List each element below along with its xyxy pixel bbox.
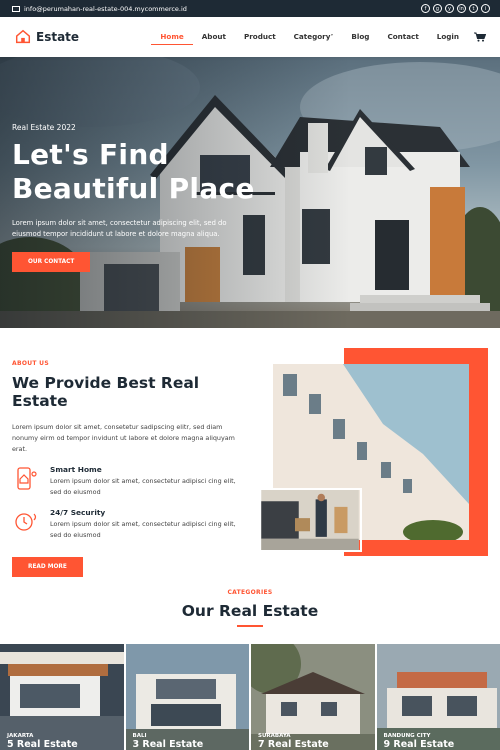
our-contact-button[interactable]: OUR CONTACT <box>12 252 91 272</box>
feature-title: 24/7 Security <box>50 508 106 517</box>
card-label: BANDUNG CITY 9 Real Estate <box>384 733 455 750</box>
about-title: We Provide Best Real Estate <box>12 374 200 410</box>
main-navigation: Estate Home About Product Category˅ Blog… <box>0 17 500 57</box>
nav-product[interactable]: Product <box>235 30 285 44</box>
about-media <box>258 348 488 558</box>
facebook-icon[interactable]: f <box>421 4 430 13</box>
linkedin-icon[interactable]: in <box>457 4 466 13</box>
top-bar: info@perumahan-real-estate-004.mycommerc… <box>0 0 500 17</box>
security-icon <box>15 513 37 531</box>
instagram-icon[interactable]: i <box>481 4 490 13</box>
feature-security: 24/7 Security Lorem ipsum dolor sit amet… <box>12 508 252 541</box>
feature-text: Lorem ipsum dolor sit amet, consectetur … <box>50 520 236 539</box>
brand-name: Estate <box>36 30 80 44</box>
categories-eyebrow: CATEGORIES <box>227 589 273 596</box>
category-card-surabaya[interactable]: SURABAYA 7 Real Estate <box>251 644 375 750</box>
category-card-jakarta[interactable]: JAKARTA 5 Real Estate <box>0 644 124 750</box>
about-section: ABOUT US We Provide Best Real Estate Lor… <box>0 328 500 583</box>
nav-menu: Home About Product Category˅ Blog Contac… <box>151 30 486 45</box>
youtube-icon[interactable]: y <box>445 4 454 13</box>
envelope-icon <box>12 5 20 12</box>
card-label: JAKARTA 5 Real Estate <box>7 733 78 750</box>
about-eyebrow: ABOUT US <box>12 360 49 367</box>
card-count: 7 Real Estate <box>258 739 329 750</box>
hero-title-line-2: Beautiful Place <box>12 172 255 205</box>
chevron-down-icon: ˅ <box>330 33 334 41</box>
hero-title: Let's Find Beautiful Place <box>12 138 255 206</box>
contact-email[interactable]: info@perumahan-real-estate-004.mycommerc… <box>12 5 187 13</box>
email-text: info@perumahan-real-estate-004.mycommerc… <box>24 4 187 13</box>
hero-banner: Real Estate 2022 Let's Find Beautiful Pl… <box>0 57 500 328</box>
google-plus-icon[interactable]: g <box>433 4 442 13</box>
card-label: SURABAYA 7 Real Estate <box>258 733 329 750</box>
nav-home[interactable]: Home <box>151 30 193 45</box>
read-more-button[interactable]: READ MORE <box>12 557 83 577</box>
feature-title: Smart Home <box>50 465 102 474</box>
card-count: 9 Real Estate <box>383 739 455 750</box>
about-description: Lorem ipsum dolor sit amet, consetetur s… <box>12 423 235 453</box>
about-content: ABOUT US We Provide Best Real Estate Lor… <box>12 360 252 577</box>
hero-title-line-1: Let's Find <box>12 138 169 171</box>
feature-text: Lorem ipsum dolor sit amet, consectetur … <box>50 477 236 496</box>
feature-smart-home: Smart Home Lorem ipsum dolor sit amet, c… <box>12 465 252 498</box>
family-moving-image <box>258 488 362 552</box>
title-underline <box>237 625 263 627</box>
nav-category-label: Category <box>293 31 331 41</box>
category-card-bali[interactable]: BALI 3 Real Estate <box>125 644 249 750</box>
card-label: BALI 3 Real Estate <box>133 733 204 750</box>
smart-home-icon <box>17 467 37 490</box>
nav-contact[interactable]: Contact <box>378 30 427 44</box>
card-count: 3 Real Estate <box>132 739 204 750</box>
brand-logo-link[interactable]: Estate <box>14 28 79 46</box>
cart-icon[interactable] <box>474 32 486 42</box>
social-links: f g y in t i <box>421 4 490 13</box>
nav-about[interactable]: About <box>193 30 235 44</box>
category-cards: JAKARTA 5 Real Estate BALI 3 Real Estate <box>0 644 500 750</box>
hero-eyebrow: Real Estate 2022 <box>12 123 76 132</box>
nav-login[interactable]: Login <box>428 30 468 44</box>
hero-description: Lorem ipsum dolor sit amet, consectetur … <box>12 219 227 238</box>
twitter-icon[interactable]: t <box>469 4 478 13</box>
nav-category[interactable]: Category˅ <box>285 30 343 45</box>
category-card-bandung-city[interactable]: BANDUNG CITY 9 Real Estate <box>376 644 500 750</box>
hero-content: Real Estate 2022 Let's Find Beautiful Pl… <box>12 123 255 272</box>
house-hand-logo-icon <box>15 29 31 44</box>
categories-section: CATEGORIES Our Real Estate <box>0 583 500 627</box>
card-count: 5 Real Estate <box>7 739 78 750</box>
categories-title: Our Real Estate <box>181 602 319 620</box>
nav-blog[interactable]: Blog <box>342 30 378 44</box>
